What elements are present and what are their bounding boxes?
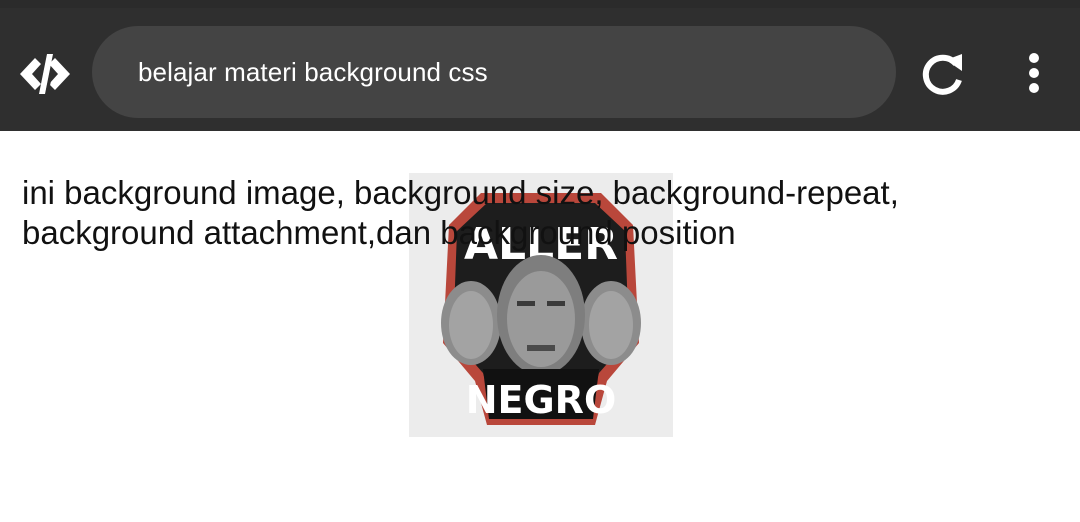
page-content: ALLER NEGRO ini background image, backgr… xyxy=(0,131,1080,522)
more-vertical-icon[interactable] xyxy=(1016,50,1052,96)
badge-bottom-text: NEGRO xyxy=(466,378,617,422)
status-bar-remnant xyxy=(0,0,1080,8)
browser-toolbar: belajar materi background css xyxy=(0,0,1080,131)
reload-icon[interactable] xyxy=(916,50,968,100)
address-bar-text[interactable]: belajar materi background css xyxy=(138,57,488,88)
body-paragraph: ini background image, background size, b… xyxy=(22,174,899,251)
code-bracket-logo-icon[interactable] xyxy=(16,50,74,98)
address-bar[interactable]: belajar materi background css xyxy=(92,26,896,118)
